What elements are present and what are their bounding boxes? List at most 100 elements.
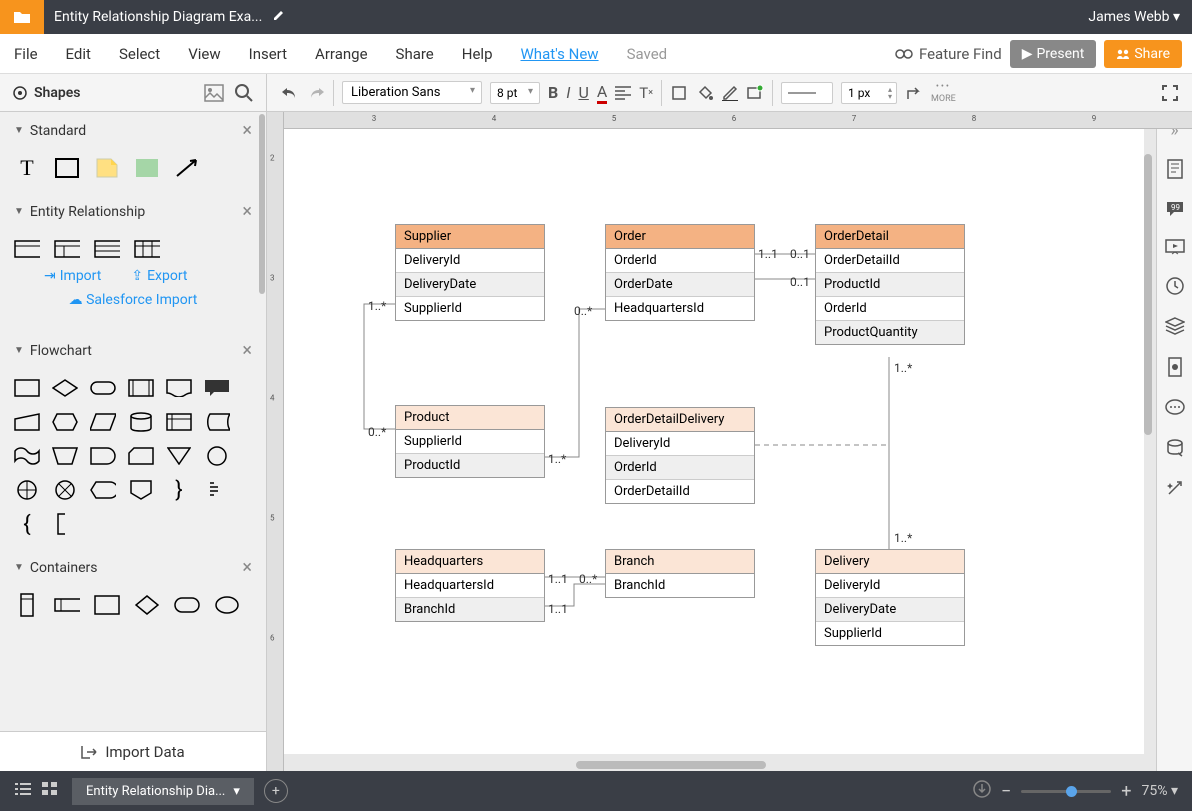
close-icon[interactable]: × xyxy=(242,120,252,141)
entity-orderdetail[interactable]: OrderDetailOrderDetailIdProductIdOrderId… xyxy=(815,224,965,345)
layers-icon[interactable] xyxy=(1165,317,1185,339)
entity-field[interactable]: OrderDetailId xyxy=(606,480,754,503)
entity-field[interactable]: HeadquartersId xyxy=(396,574,544,598)
entity-field[interactable]: SupplierId xyxy=(396,297,544,320)
zoom-out-button[interactable]: − xyxy=(1001,781,1011,802)
text-color-icon[interactable]: A xyxy=(597,82,607,104)
entity-header[interactable]: Order xyxy=(606,225,754,249)
menu-help[interactable]: Help xyxy=(448,45,507,63)
redo-icon[interactable] xyxy=(307,85,325,101)
menu-arrange[interactable]: Arrange xyxy=(301,45,381,63)
entity-delivery[interactable]: DeliveryDeliveryIdDeliveryDateSupplierId xyxy=(815,549,965,646)
entity-field[interactable]: ProductId xyxy=(816,273,964,297)
fc-stored-data[interactable] xyxy=(204,411,230,433)
container-5[interactable] xyxy=(174,594,200,616)
menu-view[interactable]: View xyxy=(174,45,234,63)
fc-note[interactable] xyxy=(204,479,230,501)
container-2[interactable] xyxy=(54,594,80,616)
crop-icon[interactable] xyxy=(670,84,688,102)
fc-card[interactable] xyxy=(128,445,154,467)
entity-field[interactable]: DeliveryDate xyxy=(396,273,544,297)
entity-field[interactable]: OrderDate xyxy=(606,273,754,297)
container-4[interactable] xyxy=(134,594,160,616)
fc-database[interactable] xyxy=(128,411,154,433)
master-icon[interactable] xyxy=(1167,357,1183,381)
arrow-shape[interactable] xyxy=(174,157,200,179)
data-icon[interactable] xyxy=(1166,439,1184,461)
fc-document[interactable] xyxy=(166,377,192,399)
autosave-icon[interactable] xyxy=(973,780,991,802)
menu-share[interactable]: Share xyxy=(382,45,448,63)
clear-format-icon[interactable]: T× xyxy=(639,84,653,102)
history-icon[interactable] xyxy=(1166,277,1184,299)
fc-merge[interactable] xyxy=(166,445,192,467)
import-data-button[interactable]: Import Data xyxy=(0,731,266,771)
search-icon[interactable] xyxy=(234,83,254,103)
entity-field[interactable]: OrderId xyxy=(606,456,754,480)
border-color-icon[interactable] xyxy=(722,85,738,101)
entity-field[interactable]: OrderId xyxy=(606,249,754,273)
entity-field[interactable]: DeliveryId xyxy=(816,574,964,598)
align-icon[interactable] xyxy=(615,86,631,100)
fc-preparation[interactable] xyxy=(52,411,78,433)
entity-header[interactable]: Delivery xyxy=(816,550,964,574)
fc-connector[interactable] xyxy=(204,445,230,467)
fullscreen-icon[interactable] xyxy=(1162,85,1178,101)
entity-field[interactable]: BranchId xyxy=(396,598,544,621)
entity-field[interactable]: ProductId xyxy=(396,454,544,477)
fc-decision[interactable] xyxy=(52,377,78,399)
fc-annotation[interactable] xyxy=(52,513,78,535)
image-icon[interactable] xyxy=(204,84,224,102)
entity-field[interactable]: OrderDetailId xyxy=(816,249,964,273)
fc-summing[interactable] xyxy=(14,479,40,501)
entity-order[interactable]: OrderOrderIdOrderDateHeadquartersId xyxy=(605,224,755,321)
entity-branch[interactable]: BranchBranchId xyxy=(605,549,755,598)
menu-file[interactable]: File xyxy=(0,45,52,63)
page-tab[interactable]: Entity Relationship Dia... ▾ xyxy=(72,778,254,805)
container-3[interactable] xyxy=(94,594,120,616)
fc-callout[interactable] xyxy=(204,377,230,399)
entity-headquarters[interactable]: HeadquartersHeadquartersIdBranchId xyxy=(395,549,545,622)
canvas-scrollbar-h[interactable] xyxy=(284,759,1144,771)
import-link[interactable]: ⇥ Import xyxy=(44,268,101,284)
menu-insert[interactable]: Insert xyxy=(235,45,301,63)
er-shape-4[interactable] xyxy=(134,238,160,260)
present-button[interactable]: ▶ Present xyxy=(1010,40,1097,68)
close-icon[interactable]: × xyxy=(242,557,252,578)
entity-header[interactable]: OrderDetail xyxy=(816,225,964,249)
text-shape[interactable]: T xyxy=(14,157,40,179)
share-button[interactable]: Share xyxy=(1104,40,1182,68)
feature-find[interactable]: Feature Find xyxy=(895,45,1002,63)
er-shape-3[interactable] xyxy=(94,238,120,260)
salesforce-import-link[interactable]: ☁ Salesforce Import xyxy=(14,292,252,318)
add-page-button[interactable]: + xyxy=(264,779,288,803)
zoom-value[interactable]: 75% ▾ xyxy=(1142,783,1179,799)
container-1[interactable] xyxy=(14,594,40,616)
panel-entity-relationship[interactable]: ▼Entity Relationship× xyxy=(0,193,266,230)
fc-or[interactable] xyxy=(52,479,78,501)
entity-field[interactable]: DeliveryId xyxy=(606,432,754,456)
italic-icon[interactable]: I xyxy=(566,83,570,102)
bold-icon[interactable]: B xyxy=(548,83,558,102)
entity-field[interactable]: SupplierId xyxy=(816,622,964,645)
close-icon[interactable]: × xyxy=(242,201,252,222)
fill-icon[interactable] xyxy=(696,84,714,102)
panel-flowchart[interactable]: ▼Flowchart× xyxy=(0,332,266,369)
er-shape-2[interactable] xyxy=(54,238,80,260)
entity-field[interactable]: HeadquartersId xyxy=(606,297,754,320)
canvas[interactable]: SupplierDeliveryIdDeliveryDateSupplierId… xyxy=(284,129,1144,754)
fc-manual-op[interactable] xyxy=(52,445,78,467)
fc-brace-r[interactable]: } xyxy=(166,479,192,501)
fc-terminator[interactable] xyxy=(90,377,116,399)
sidebar-scrollbar[interactable] xyxy=(258,112,266,771)
list-view-icon[interactable] xyxy=(14,782,32,800)
er-shape-1[interactable] xyxy=(14,238,40,260)
page-icon[interactable] xyxy=(1166,159,1184,183)
magic-icon[interactable] xyxy=(1166,479,1184,501)
panel-standard[interactable]: ▼Standard× xyxy=(0,112,266,149)
entity-field[interactable]: ProductQuantity xyxy=(816,321,964,344)
more-button[interactable]: •••MORE xyxy=(931,82,956,104)
entity-product[interactable]: ProductSupplierIdProductId xyxy=(395,405,545,478)
entity-supplier[interactable]: SupplierDeliveryIdDeliveryDateSupplierId xyxy=(395,224,545,321)
line-width-select[interactable]: 1 px▴▾ xyxy=(841,82,897,104)
